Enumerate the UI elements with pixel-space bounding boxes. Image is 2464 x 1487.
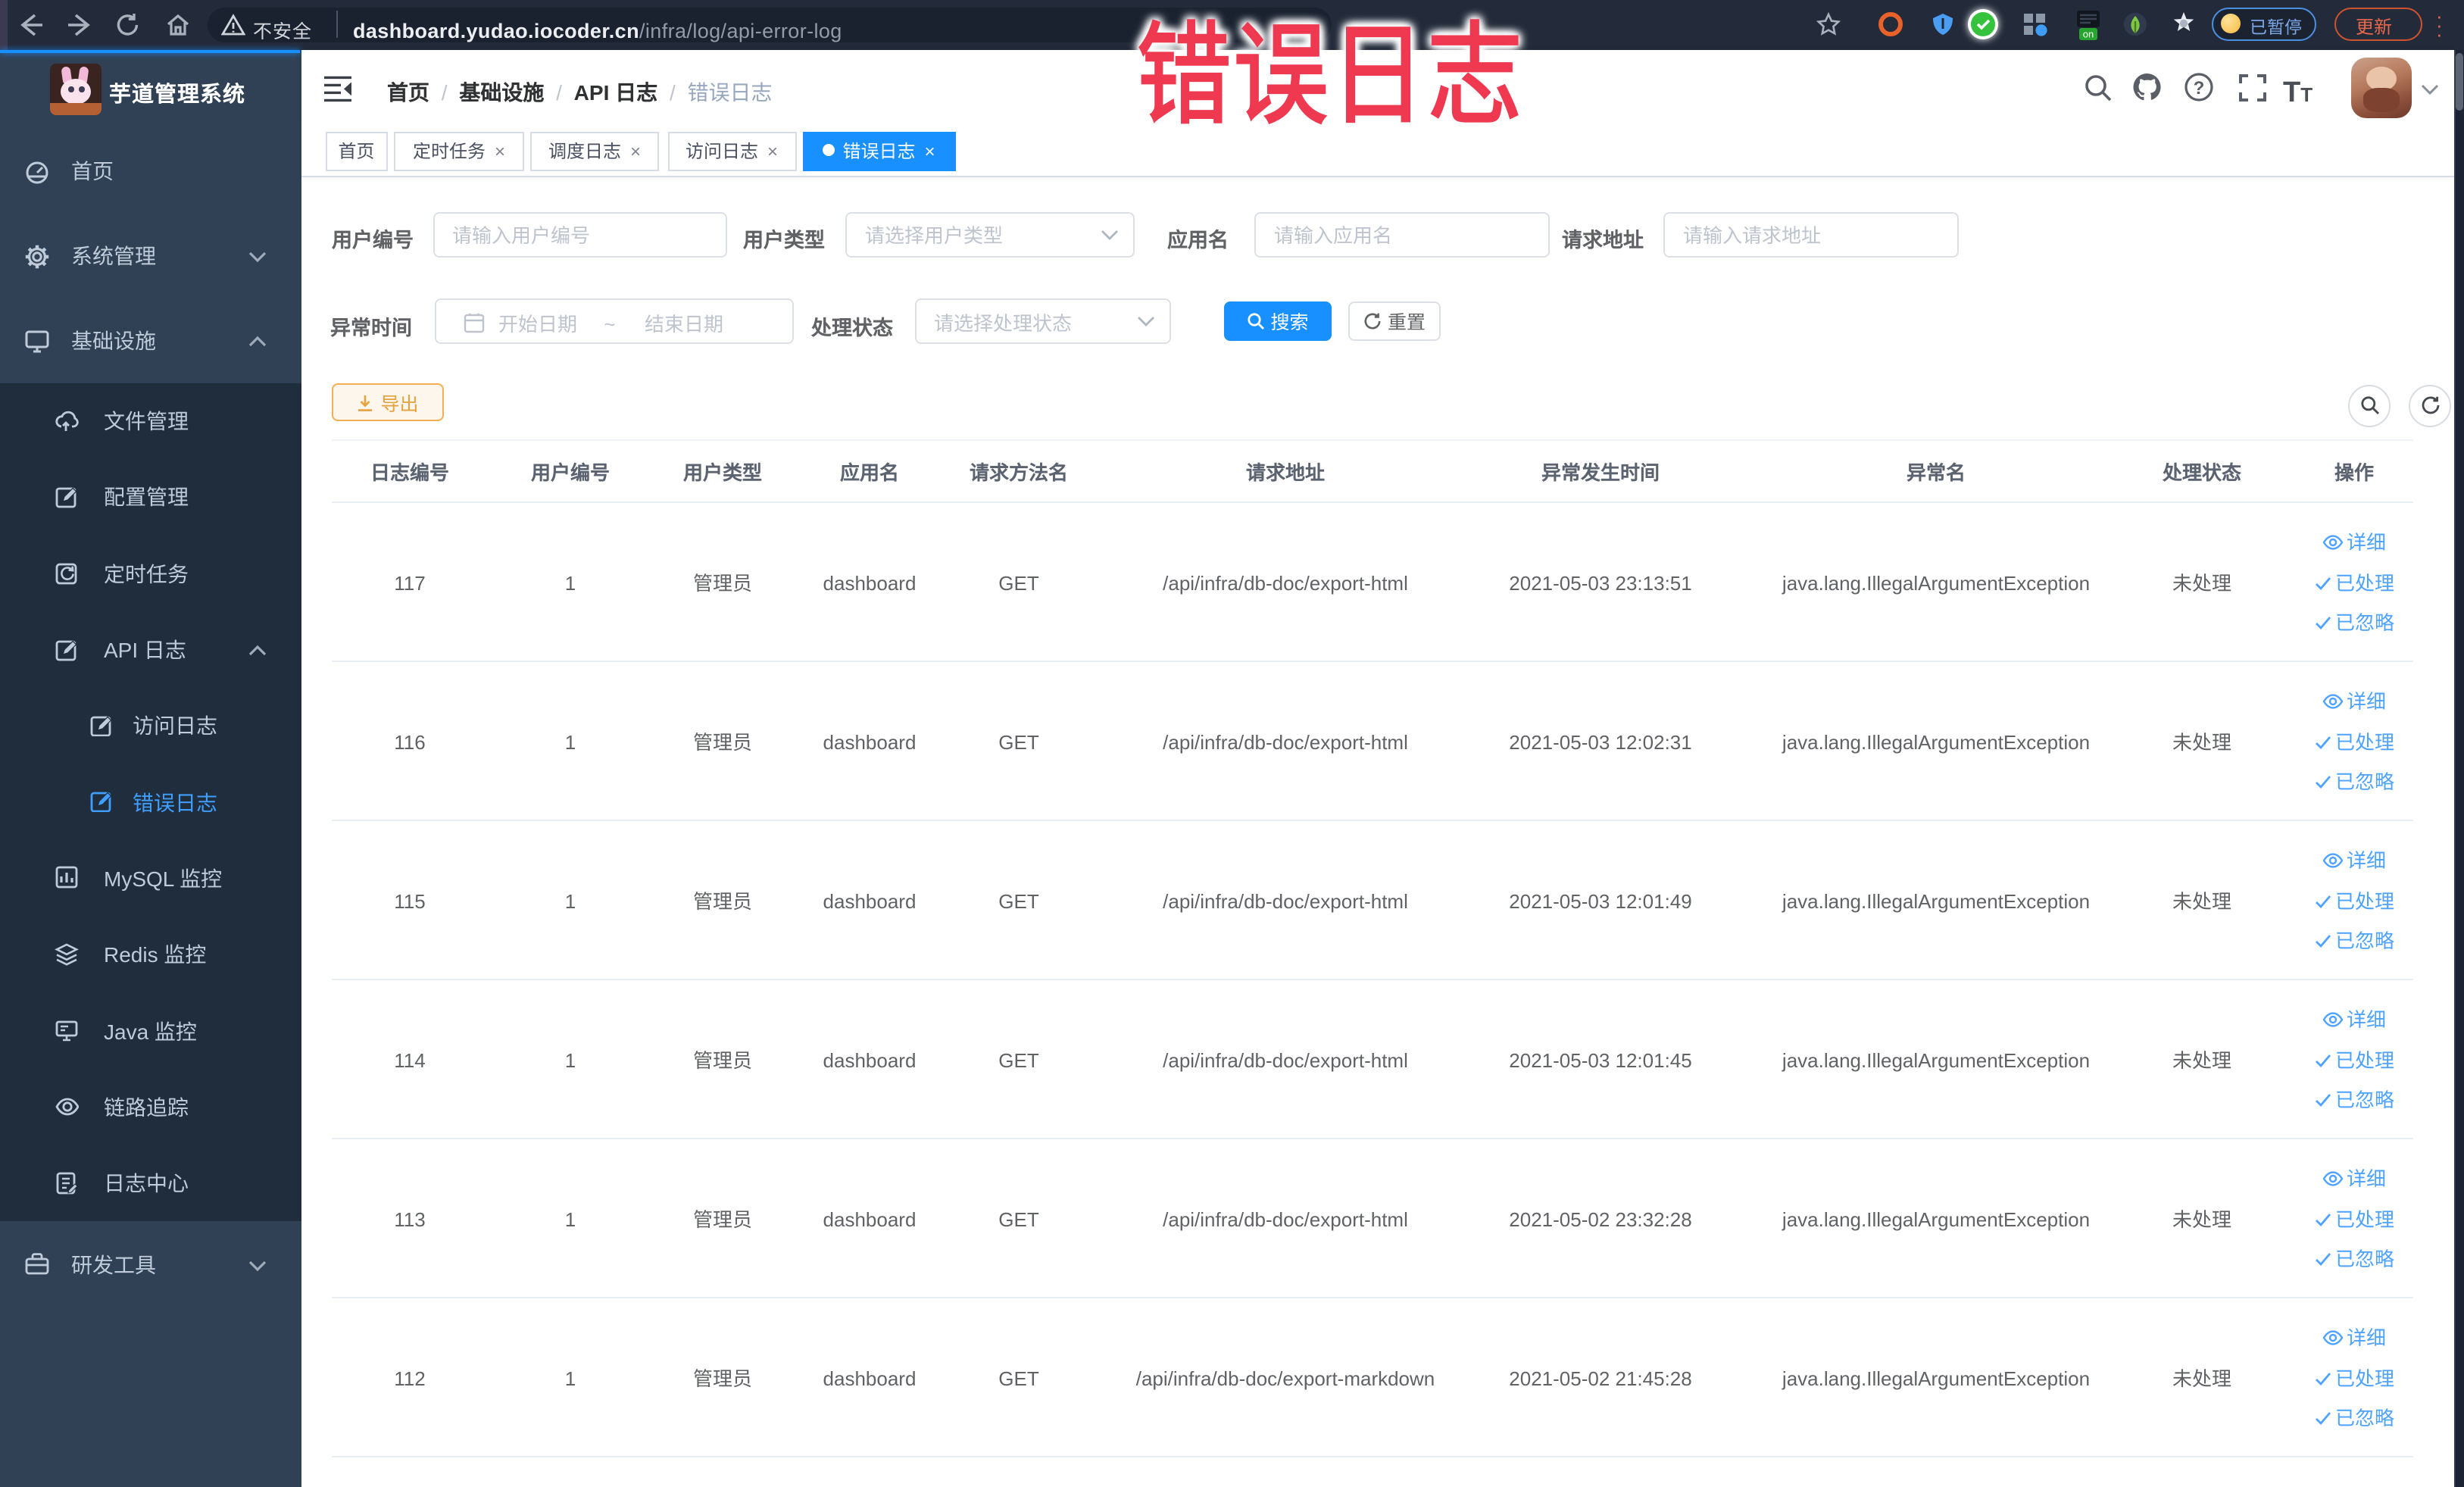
svg-text:on: on (2083, 29, 2094, 40)
svg-text:?: ? (2194, 78, 2205, 98)
